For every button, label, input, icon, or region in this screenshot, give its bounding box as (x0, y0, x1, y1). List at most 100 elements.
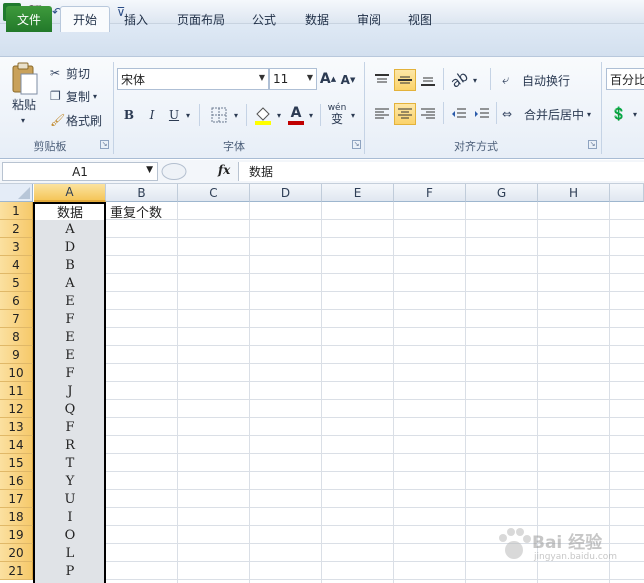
name-box-dropdown-icon[interactable]: ▼ (146, 165, 153, 175)
merge-center-dropdown-icon[interactable]: ▾ (587, 110, 591, 119)
font-name-dropdown-icon[interactable]: ▼ (259, 73, 265, 82)
column-header-b[interactable]: B (106, 184, 178, 202)
row-header[interactable]: 17 (0, 490, 33, 508)
clipboard-launcher-icon[interactable]: ↘ (100, 140, 109, 149)
tab-home[interactable]: 开始 (60, 6, 110, 32)
underline-dropdown-icon[interactable]: ▾ (183, 105, 193, 125)
font-size-combo[interactable]: 11 ▼ (269, 68, 317, 90)
borders-icon (211, 107, 227, 123)
copy-dropdown-icon[interactable]: ▾ (93, 92, 97, 101)
column-header-g[interactable]: G (466, 184, 538, 202)
align-center-button[interactable] (394, 103, 416, 125)
format-painter-button[interactable]: 🖌 格式刷 (50, 111, 110, 129)
phonetic-guide-button[interactable]: wén 变 (327, 102, 347, 126)
row-header[interactable]: 4 (0, 256, 33, 274)
italic-button[interactable]: I (143, 105, 161, 125)
row-header[interactable]: 21 (0, 562, 33, 580)
phonetic-dropdown-icon[interactable]: ▾ (348, 105, 358, 125)
font-name-combo[interactable]: 宋体 ▼ (117, 68, 269, 90)
decrease-indent-button[interactable] (449, 103, 469, 125)
row-header[interactable]: 6 (0, 292, 33, 310)
merge-center-button[interactable]: ⇔ 合并后居中 ▾ (502, 103, 598, 125)
tab-file[interactable]: 文件 (6, 6, 52, 32)
align-middle-button[interactable] (394, 69, 416, 91)
shrink-font-button[interactable]: A ▼ (340, 70, 356, 90)
tab-formulas[interactable]: 公式 (242, 6, 286, 32)
group-separator (364, 62, 365, 154)
font-color-dropdown-icon[interactable]: ▾ (306, 105, 316, 125)
formula-input[interactable]: 数据 (238, 162, 644, 181)
divider (490, 68, 491, 90)
tab-view[interactable]: 视图 (398, 6, 442, 32)
grow-font-button[interactable]: A ▲ (320, 68, 336, 90)
row-header[interactable]: 13 (0, 418, 33, 436)
currency-button[interactable]: 💲 (608, 104, 630, 124)
paste-dropdown-icon[interactable]: ▾ (16, 114, 30, 126)
row-header[interactable]: 3 (0, 238, 33, 256)
increase-indent-button[interactable] (472, 103, 492, 125)
row-header[interactable]: 12 (0, 400, 33, 418)
number-format-combo[interactable]: 百分比 (606, 68, 644, 90)
name-box[interactable]: A1 ▼ (2, 162, 158, 181)
align-top-icon (375, 74, 389, 83)
copy-button[interactable]: ❐ 复制 ▾ (50, 87, 110, 105)
underline-button[interactable]: U (166, 105, 182, 125)
column-header-e[interactable]: E (322, 184, 394, 202)
column-header-f[interactable]: F (394, 184, 466, 202)
cell-b1[interactable]: 重复个数 (106, 202, 196, 221)
row-header[interactable]: 16 (0, 472, 33, 490)
row-header[interactable]: 10 (0, 364, 33, 382)
borders-button[interactable] (207, 105, 231, 125)
row-header[interactable]: 5 (0, 274, 33, 292)
tab-data[interactable]: 数据 (294, 6, 340, 32)
cut-button[interactable]: ✂ 剪切 (50, 64, 110, 82)
select-all-icon (18, 187, 30, 199)
tab-insert[interactable]: 插入 (114, 6, 158, 32)
column-header-h[interactable]: H (538, 184, 610, 202)
font-size-dropdown-icon[interactable]: ▼ (307, 73, 313, 82)
font-launcher-icon[interactable]: ↘ (352, 140, 361, 149)
row-header[interactable]: 18 (0, 508, 33, 526)
column-header-c[interactable]: C (178, 184, 250, 202)
orientation-icon: ab (448, 68, 472, 92)
column-header-partial[interactable] (610, 184, 644, 202)
row-gridline (34, 579, 644, 580)
fill-color-dropdown-icon[interactable]: ▾ (274, 105, 284, 125)
align-right-button[interactable] (417, 103, 439, 125)
column-header-a[interactable]: A (34, 184, 106, 202)
row-header[interactable]: 15 (0, 454, 33, 472)
wrap-text-button[interactable]: ⤶ 自动换行 (502, 69, 592, 91)
align-bottom-button[interactable] (417, 69, 439, 91)
row-header[interactable]: 20 (0, 544, 33, 562)
row-header[interactable]: 1 (0, 202, 33, 220)
font-color-button[interactable]: A (286, 104, 306, 126)
row-header[interactable]: 8 (0, 328, 33, 346)
row-gridline (34, 453, 644, 454)
currency-dropdown-icon[interactable]: ▾ (630, 104, 640, 124)
align-bottom-icon (421, 77, 435, 86)
row-header[interactable]: 2 (0, 220, 33, 238)
column-header-d[interactable]: D (250, 184, 322, 202)
row-header[interactable]: 11 (0, 382, 33, 400)
alignment-launcher-icon[interactable]: ↘ (588, 140, 597, 149)
row-header[interactable]: 14 (0, 436, 33, 454)
paste-label[interactable]: 粘贴 (6, 96, 42, 112)
align-top-button[interactable] (371, 69, 393, 91)
orientation-dropdown-icon[interactable]: ▾ (471, 70, 479, 90)
watermark-sub: jingyan.baidu.com (534, 552, 618, 562)
row-gridline (34, 345, 644, 346)
row-header[interactable]: 19 (0, 526, 33, 544)
font-name-value: 宋体 (121, 72, 146, 87)
tab-page-layout[interactable]: 页面布局 (168, 6, 234, 32)
bold-button[interactable]: B (120, 105, 138, 125)
insert-function-button[interactable]: fx (218, 163, 230, 177)
align-left-button[interactable] (371, 103, 393, 125)
borders-dropdown-icon[interactable]: ▾ (231, 105, 241, 125)
orientation-button[interactable]: ab (448, 68, 472, 92)
tab-review[interactable]: 审阅 (346, 6, 392, 32)
fill-color-button[interactable] (252, 104, 274, 126)
row-header[interactable]: 7 (0, 310, 33, 328)
paste-button[interactable] (6, 62, 42, 96)
select-all-corner[interactable] (0, 184, 33, 202)
row-header[interactable]: 9 (0, 346, 33, 364)
